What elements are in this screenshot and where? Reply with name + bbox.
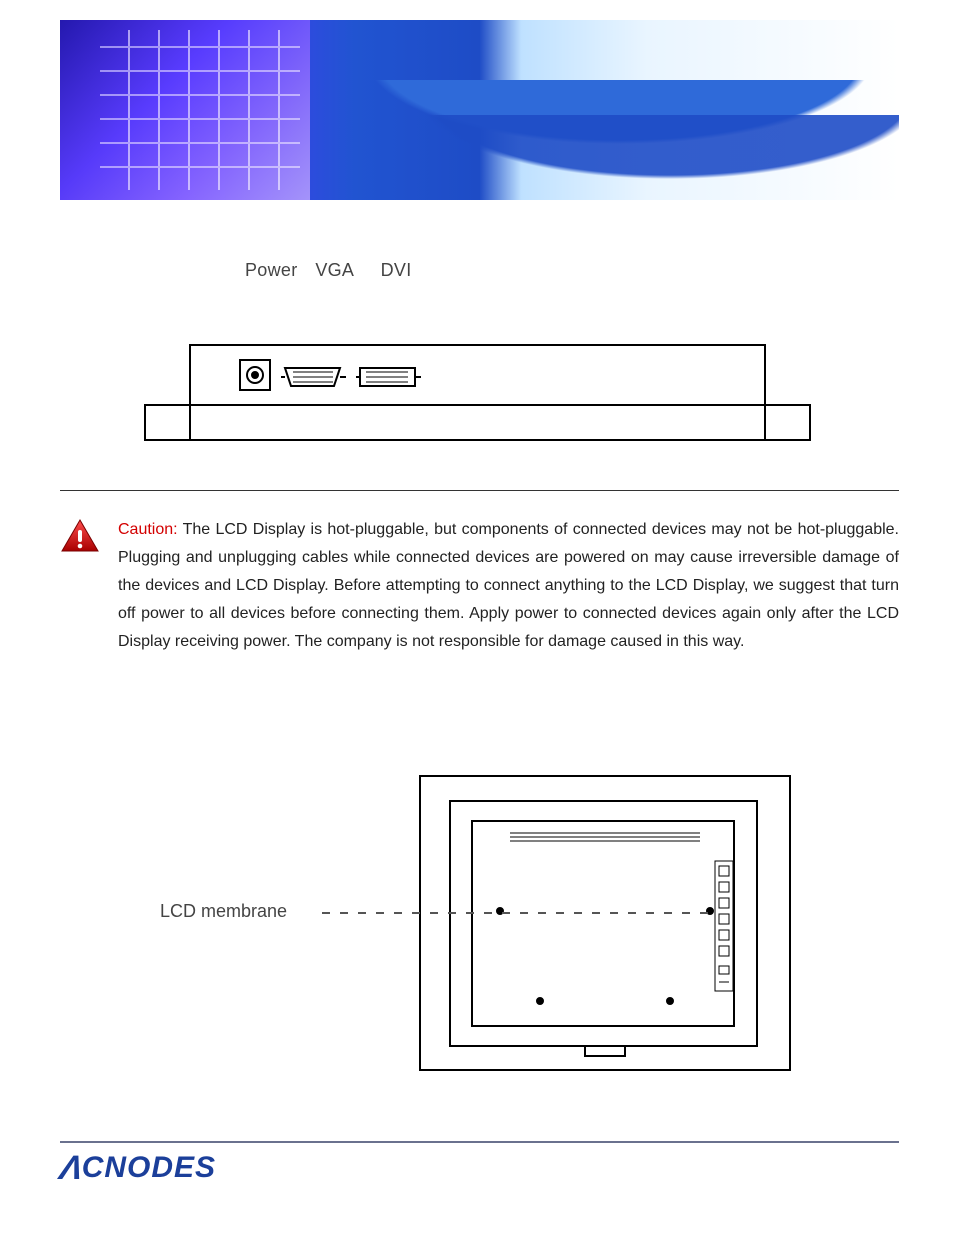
caution-block: Caution: The LCD Display is hot-pluggabl…	[60, 516, 899, 656]
caution-body: The LCD Display is hot-pluggable, but co…	[118, 521, 899, 650]
connector-label-power: Power	[245, 260, 310, 281]
connector-panel-svg	[60, 290, 900, 490]
header-banner	[60, 20, 899, 200]
connector-label-vga: VGA	[315, 260, 375, 281]
caution-text: Caution: The LCD Display is hot-pluggabl…	[118, 516, 899, 656]
caution-label: Caution:	[118, 521, 178, 538]
back-panel-diagram: LCD membrane	[60, 766, 899, 1086]
warning-icon	[60, 516, 100, 656]
footer-rule	[60, 1141, 899, 1143]
connector-label-dvi: DVI	[381, 260, 431, 281]
brand-text: CNODES	[82, 1151, 216, 1184]
back-panel-svg	[60, 766, 900, 1086]
separator-rule	[60, 490, 899, 491]
connector-diagram: Power VGA DVI	[60, 260, 899, 490]
brand-logo: ΛCNODES	[60, 1151, 954, 1185]
